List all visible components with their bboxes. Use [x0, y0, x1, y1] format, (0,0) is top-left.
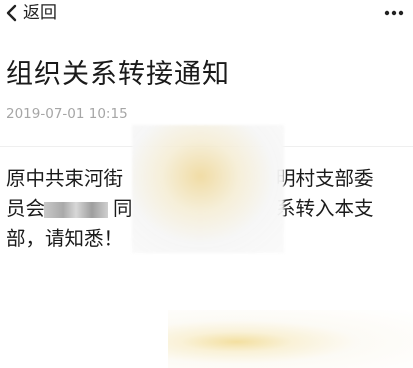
body-text-segment: 部，请知悉！ — [6, 227, 124, 250]
blurred-redaction-overlay — [168, 310, 413, 368]
chevron-left-icon — [6, 4, 17, 22]
blurred-redaction-overlay — [132, 125, 284, 253]
back-label: 返回 — [23, 3, 57, 23]
article-timestamp: 2019-07-01 10:15 — [6, 106, 128, 122]
body-text-segment: 系转入本支 — [276, 197, 374, 220]
body-text-segment: 员会 — [6, 197, 46, 220]
redacted-name-block — [44, 202, 108, 218]
back-button[interactable]: 返回 — [5, 0, 57, 26]
body-text-segment: 原中共束河街 — [6, 167, 124, 190]
article-page: 返回 组织关系转接通知 2019-07-01 10:15 原中共束河街 明村支部… — [0, 0, 413, 368]
top-navigation-bar: 返回 — [0, 0, 413, 26]
body-text-segment: 同 — [113, 197, 133, 220]
article-title: 组织关系转接通知 — [6, 59, 230, 90]
body-text-segment: 明村支部委 — [276, 167, 374, 190]
more-dots-icon[interactable] — [383, 4, 405, 20]
